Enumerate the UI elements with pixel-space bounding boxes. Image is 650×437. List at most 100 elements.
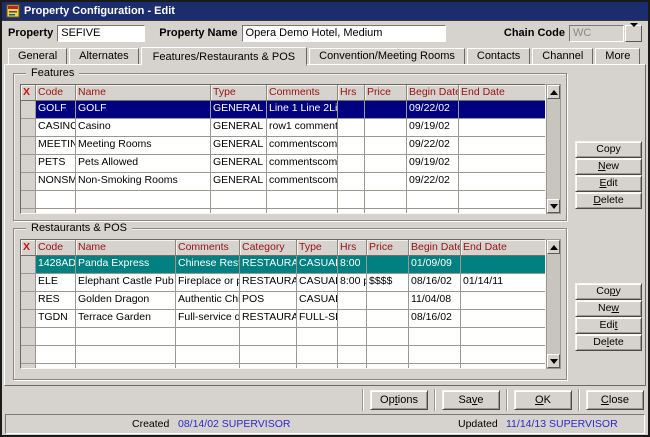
features-new-button[interactable]: New (575, 158, 642, 175)
cell: 09/19/02 (407, 119, 459, 137)
features-table-wrap: XCodeNameTypeCommentsHrsPriceBegin DateE… (20, 84, 561, 214)
cell (338, 364, 367, 369)
cell (461, 346, 546, 364)
table-row[interactable]: ELEElephant Castle PubFireplace or patRE… (21, 274, 545, 292)
features-table: XCodeNameTypeCommentsHrsPriceBegin DateE… (20, 84, 546, 214)
scroll-down-icon[interactable] (547, 354, 560, 368)
cell: 09/22/02 (407, 101, 459, 119)
restaurants-button-stack: Copy New Edit Delete (575, 283, 642, 351)
cell: CASUAL (297, 256, 338, 274)
options-button[interactable]: Options (370, 390, 428, 410)
restaurants-scrollbar[interactable] (546, 239, 561, 369)
property-name-input[interactable] (242, 25, 446, 42)
column-header: Category (240, 240, 297, 256)
cell: GOLF (76, 101, 211, 119)
table-row[interactable] (21, 209, 545, 214)
list-of-values-icon (630, 27, 637, 39)
features-delete-button[interactable]: Delete (575, 192, 642, 209)
features-group: Features XCodeNameTypeCommentsHrsPriceBe… (13, 73, 567, 221)
tab-features-restaurants-pos[interactable]: Features/Restaurants & POS (141, 47, 307, 66)
cell (459, 101, 546, 119)
table-row[interactable]: GOLFGOLFGENERALLine 1 Line 2Line09/22/02 (21, 101, 545, 119)
close-button[interactable]: Close (586, 390, 644, 410)
table-row[interactable] (21, 364, 545, 369)
cell (367, 346, 409, 364)
table-row[interactable]: MEETINGMeeting RoomsGENERALcommentscomme… (21, 137, 545, 155)
cell (409, 346, 461, 364)
cell (176, 364, 240, 369)
column-header: Code (36, 240, 76, 256)
cell (407, 209, 459, 214)
table-row[interactable] (21, 346, 545, 364)
ok-button[interactable]: OK (514, 390, 572, 410)
scroll-up-icon[interactable] (547, 85, 560, 99)
restaurants-table-wrap: XCodeNameCommentsCategoryTypeHrsPriceBeg… (20, 239, 561, 369)
column-header: End Date (459, 85, 546, 101)
features-edit-button[interactable]: Edit (575, 175, 642, 192)
restaurants-new-button[interactable]: New (575, 300, 642, 317)
restaurants-copy-button[interactable]: Copy (575, 283, 642, 300)
cell (21, 256, 36, 274)
cell: Non-Smoking Rooms (76, 173, 211, 191)
table-row[interactable]: CASINOCasinoGENERALrow1 comments o09/19/… (21, 119, 545, 137)
restaurants-table: XCodeNameCommentsCategoryTypeHrsPriceBeg… (20, 239, 546, 369)
cell: Fireplace or pat (176, 274, 240, 292)
scroll-down-icon[interactable] (547, 199, 560, 213)
features-group-label: Features (26, 67, 79, 79)
cell: RESTAURANT (240, 274, 297, 292)
table-row[interactable]: PETSPets AllowedGENERALcommentscomme09/1… (21, 155, 545, 173)
scroll-up-icon[interactable] (547, 240, 560, 254)
tab-channel[interactable]: Channel (532, 48, 593, 64)
cell (240, 328, 297, 346)
table-row[interactable]: RESGolden DragonAuthentic ChinesPOSCASUA… (21, 292, 545, 310)
cell (76, 209, 211, 214)
property-input[interactable] (57, 25, 145, 42)
save-button[interactable]: Save (442, 390, 500, 410)
cell (459, 119, 546, 137)
cell: ELE (36, 274, 76, 292)
tab-more[interactable]: More (595, 48, 640, 64)
column-header: X (21, 85, 36, 101)
cell: Golden Dragon (76, 292, 176, 310)
cell (21, 209, 36, 214)
tab-contacts[interactable]: Contacts (467, 48, 530, 64)
cell: MEETING (36, 137, 76, 155)
cell (461, 364, 546, 369)
property-header-row: Property Property Name Chain Code (2, 21, 648, 45)
cell (21, 274, 36, 292)
cell: RES (36, 292, 76, 310)
cell (21, 137, 36, 155)
column-header: End Date (461, 240, 546, 256)
chain-code-lov-button[interactable] (625, 25, 642, 42)
table-row[interactable]: NONSMKNon-Smoking RoomsGENERALcommentsco… (21, 173, 545, 191)
features-copy-button[interactable]: Copy (575, 141, 642, 158)
table-row[interactable] (21, 191, 545, 209)
restaurants-edit-button[interactable]: Edit (575, 317, 642, 334)
table-row[interactable] (21, 328, 545, 346)
restaurants-delete-button[interactable]: Delete (575, 334, 642, 351)
cell (365, 101, 407, 119)
table-row[interactable]: 1428ADPanda ExpressChinese RestauRESTAUR… (21, 256, 545, 274)
cell (367, 256, 409, 274)
table-row[interactable]: TGDNTerrace GardenFull-service dininREST… (21, 310, 545, 328)
tab-alternates[interactable]: Alternates (69, 48, 139, 64)
created-value: 08/14/02 SUPERVISOR (178, 418, 290, 430)
cell: Casino (76, 119, 211, 137)
cell (76, 328, 176, 346)
tab-convention-meeting-rooms[interactable]: Convention/Meeting Rooms (309, 48, 465, 64)
title-bar[interactable]: Property Configuration - Edit (2, 2, 648, 21)
tab-general[interactable]: General (8, 48, 67, 64)
cell (338, 119, 365, 137)
column-header: Price (365, 85, 407, 101)
features-scrollbar[interactable] (546, 84, 561, 214)
cell (409, 328, 461, 346)
cell: $$$$ (367, 274, 409, 292)
cell: Terrace Garden (76, 310, 176, 328)
cell: CASUAL (297, 292, 338, 310)
cell (36, 346, 76, 364)
cell: 11/04/08 (409, 292, 461, 310)
created-label: Created (132, 418, 169, 430)
column-header: Hrs (338, 240, 367, 256)
updated-label: Updated (458, 418, 498, 430)
column-header: Comments (176, 240, 240, 256)
